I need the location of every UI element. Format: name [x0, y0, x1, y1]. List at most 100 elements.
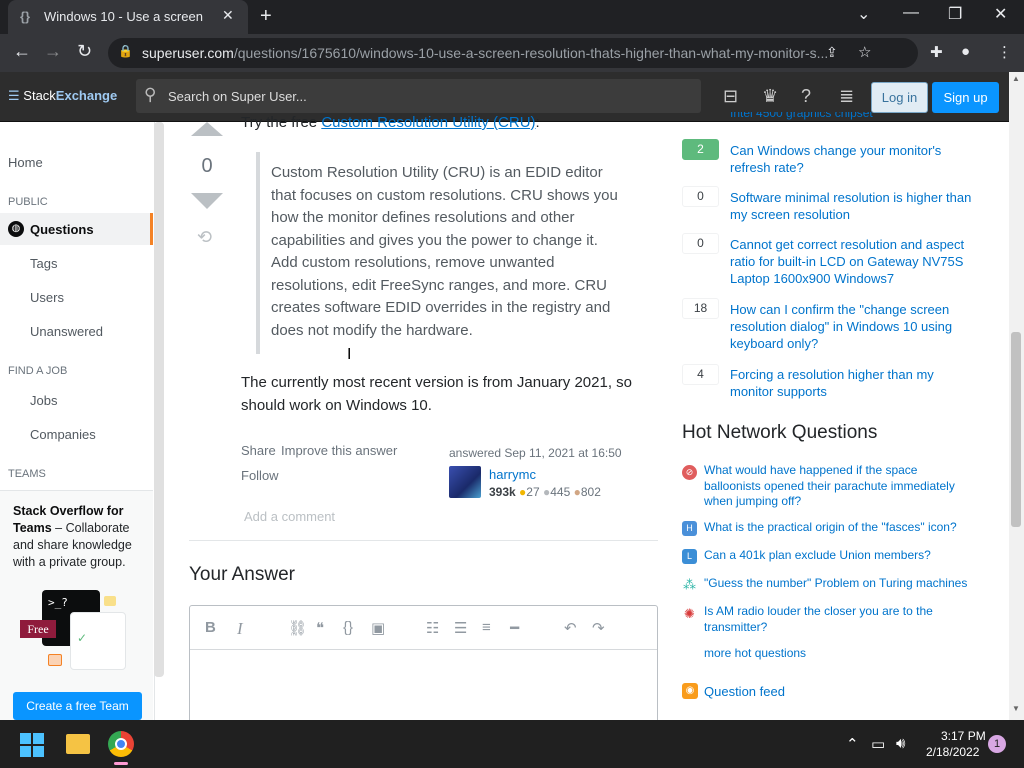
nav-unanswered[interactable]: Unanswered — [30, 324, 103, 339]
heading-icon[interactable]: ≡ — [482, 619, 491, 636]
restore-button[interactable]: ❐ — [948, 4, 962, 24]
lock-icon: 🔒 — [118, 44, 133, 58]
create-team-button[interactable]: Create a free Team — [13, 692, 142, 720]
code-icon[interactable]: {} — [343, 619, 353, 636]
help-icon[interactable]: ? — [801, 86, 811, 107]
scroll-up-icon[interactable]: ▲ — [1012, 74, 1020, 83]
answered-timestamp: answered Sep 11, 2021 at 16:50 — [449, 446, 622, 460]
search-icon: ⚲ — [144, 85, 157, 104]
teams-illustration: >_? Free ✓ — [20, 590, 130, 670]
related-question-link[interactable]: Forcing a resolution higher than my moni… — [730, 366, 980, 400]
divider — [189, 540, 658, 541]
user-name-link[interactable]: harrymc — [489, 467, 536, 482]
login-button[interactable]: Log in — [871, 82, 928, 113]
clock-date[interactable]: 2/18/2022 — [926, 745, 979, 759]
related-score[interactable]: 0 — [682, 233, 719, 254]
chrome-icon[interactable] — [108, 731, 134, 757]
sidebar-scrollbar[interactable] — [154, 122, 164, 677]
answer-paragraph: The currently most recent version is fro… — [241, 374, 632, 414]
address-bar[interactable]: 🔒 superuser.com/questions/1675610/window… — [108, 38, 918, 68]
nav-questions[interactable]: ◍ Questions — [0, 213, 153, 245]
scroll-down-icon[interactable]: ▼ — [1012, 704, 1020, 713]
tab-close-icon[interactable]: ✕ — [222, 7, 234, 24]
tab-search-icon[interactable]: ⌄ — [857, 4, 870, 24]
numbered-list-icon[interactable]: ☷ — [426, 619, 439, 637]
related-question-link[interactable]: Software minimal resolution is higher th… — [730, 189, 980, 223]
hot-question-link[interactable]: What would have happened if the space ba… — [704, 463, 974, 510]
blockquote-icon[interactable]: ❝ — [316, 619, 324, 637]
back-button[interactable]: ← — [13, 41, 31, 62]
profile-icon[interactable]: ● — [961, 43, 970, 60]
signup-button[interactable]: Sign up — [932, 82, 999, 113]
related-score[interactable]: 0 — [682, 186, 719, 207]
chat-bubble-icon — [48, 654, 62, 666]
image-icon[interactable]: ▣ — [371, 619, 385, 637]
page-scrollbar[interactable]: ▲ ▼ — [1009, 72, 1024, 720]
related-question-link[interactable]: How can I confirm the "change screen res… — [730, 301, 980, 352]
stackexchange-logo[interactable]: ☰ StackExchange — [8, 88, 117, 104]
avatar[interactable] — [449, 466, 481, 498]
hot-question-link[interactable]: Is AM radio louder the closer you are to… — [704, 604, 974, 635]
nav-tags[interactable]: Tags — [30, 256, 57, 271]
more-hot-questions-link[interactable]: more hot questions — [704, 646, 806, 660]
hot-question-link[interactable]: "Guess the number" Problem on Turing mac… — [704, 576, 974, 592]
italic-icon[interactable]: I — [237, 619, 243, 639]
teams-promo-text: Stack Overflow for Teams – Collaborate a… — [13, 504, 132, 569]
upvote-icon[interactable] — [191, 122, 223, 136]
bulleted-list-icon[interactable]: ☰ — [454, 619, 467, 637]
nav-users[interactable]: Users — [30, 290, 64, 305]
nav-home[interactable]: Home — [8, 155, 43, 170]
related-question-link[interactable]: Cannot get correct resolution and aspect… — [730, 236, 980, 287]
horizontal-rule-icon[interactable]: ━ — [510, 619, 519, 637]
history-site-icon: H — [682, 521, 697, 536]
question-feed-link[interactable]: Question feed — [704, 684, 785, 699]
file-explorer-icon[interactable] — [66, 734, 90, 754]
share-icon[interactable]: ⇪ — [826, 44, 838, 61]
undo-icon[interactable]: ↶ — [564, 619, 577, 637]
nav-companies[interactable]: Companies — [30, 427, 96, 442]
bold-icon[interactable]: B — [205, 619, 216, 636]
related-question-link[interactable]: Intel 4500 graphics chipset — [730, 112, 873, 124]
close-window-button[interactable]: ✕ — [994, 4, 1007, 24]
redo-icon[interactable]: ↷ — [592, 619, 605, 637]
menu-icon[interactable]: ⋮ — [997, 43, 1012, 61]
notification-badge[interactable]: 1 — [988, 735, 1006, 753]
nav-category-public: PUBLIC — [8, 196, 48, 208]
tab-title: Windows 10 - Use a screen resolu — [44, 9, 204, 24]
nav-jobs[interactable]: Jobs — [30, 393, 57, 408]
related-score[interactable]: 18 — [682, 298, 719, 319]
bookmark-star-icon[interactable]: ☆ — [858, 43, 871, 61]
inbox-icon[interactable]: ⊟ — [723, 86, 738, 107]
follow-link[interactable]: Follow — [241, 468, 279, 483]
related-score[interactable]: 2 — [682, 139, 719, 160]
link-icon[interactable]: ⛓ — [288, 619, 307, 637]
reload-button[interactable]: ↻ — [77, 41, 92, 62]
windows-start-icon[interactable] — [20, 733, 44, 757]
volume-icon[interactable]: 🔊︎ — [896, 735, 905, 752]
minimize-button[interactable]: — — [903, 4, 919, 22]
clock-time[interactable]: 3:17 PM — [941, 729, 986, 743]
vote-count: 0 — [201, 155, 213, 177]
forward-button[interactable]: → — [44, 41, 62, 62]
electronics-site-icon: ✺ — [684, 606, 695, 621]
network-icon[interactable]: ▭ — [871, 735, 885, 753]
scrollbar-thumb[interactable] — [1011, 332, 1021, 527]
extensions-icon[interactable]: ✚ — [930, 43, 943, 61]
related-question-link[interactable]: Can Windows change your monitor's refres… — [730, 142, 980, 176]
share-link[interactable]: Share — [241, 443, 276, 458]
history-icon[interactable]: ⟲ — [197, 227, 212, 248]
add-comment-link[interactable]: Add a comment — [244, 509, 335, 524]
hot-question-link[interactable]: What is the practical origin of the "fas… — [704, 520, 974, 536]
show-hidden-icons-icon[interactable]: ⌃ — [846, 735, 859, 753]
related-score[interactable]: 4 — [682, 364, 719, 385]
browser-tab[interactable]: {} Windows 10 - Use a screen resolu ✕ — [8, 0, 248, 34]
new-tab-button[interactable]: + — [260, 5, 272, 28]
site-switcher-icon[interactable]: ≣ — [839, 86, 854, 107]
improve-answer-link[interactable]: Improve this answer — [281, 443, 397, 458]
free-badge: Free — [20, 620, 56, 638]
downvote-icon[interactable] — [191, 193, 223, 209]
search-input[interactable]: ⚲ Search on Super User... — [136, 79, 701, 113]
achievements-icon[interactable]: ♛ — [762, 86, 778, 107]
hot-question-link[interactable]: Can a 401k plan exclude Union members? — [704, 548, 974, 564]
cru-link[interactable]: Custom Resolution Utility (CRU) — [321, 114, 535, 131]
